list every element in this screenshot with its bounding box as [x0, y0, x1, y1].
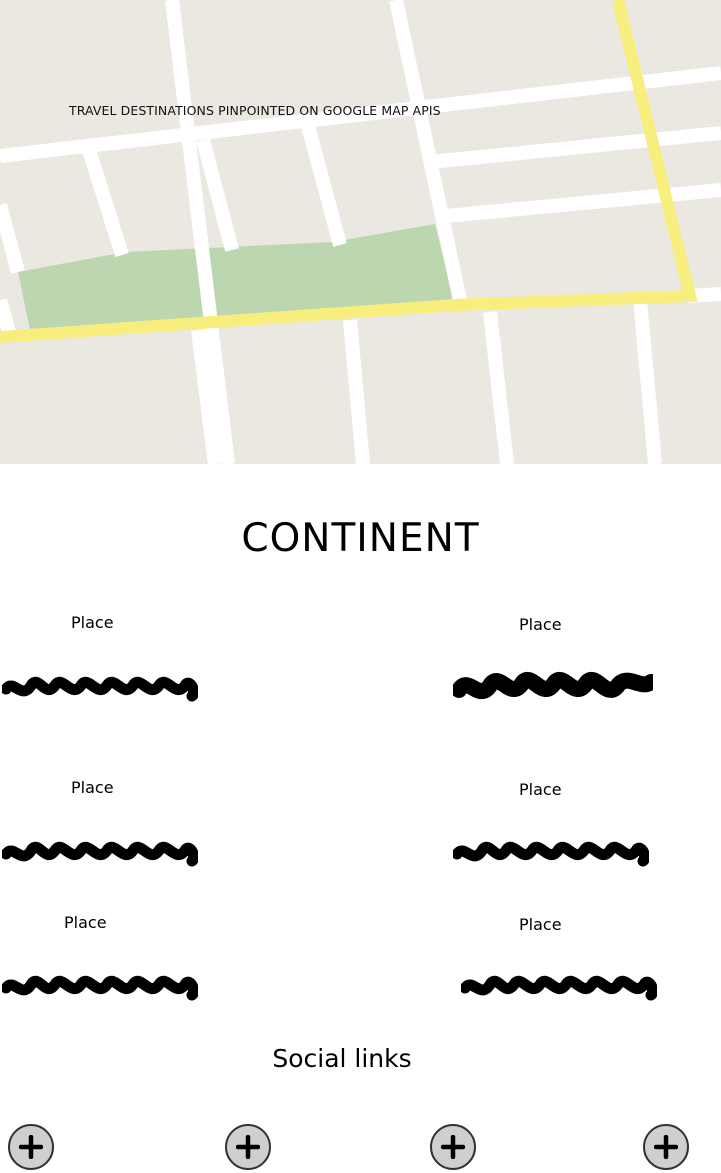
place-label-3: Place [71, 778, 114, 797]
place-label-4: Place [519, 780, 562, 799]
social-link-button-3[interactable] [430, 1124, 476, 1170]
place-label-5: Place [64, 913, 107, 932]
plus-icon [654, 1135, 678, 1159]
map-caption: TRAVEL DESTINATIONS PINPOINTED ON GOOGLE… [69, 103, 441, 118]
map-tiles [0, 0, 721, 464]
scribble-text-placeholder-1 [2, 676, 198, 702]
plus-icon [441, 1135, 465, 1159]
streets [0, 0, 721, 464]
place-label-2: Place [519, 615, 562, 634]
place-label-6: Place [519, 915, 562, 934]
scribble-text-placeholder-4 [453, 841, 649, 867]
social-links-title: Social links [272, 1044, 412, 1073]
map-view[interactable]: TRAVEL DESTINATIONS PINPOINTED ON GOOGLE… [0, 0, 721, 464]
plus-icon [236, 1135, 260, 1159]
social-link-button-2[interactable] [225, 1124, 271, 1170]
scribble-text-placeholder-6 [461, 975, 657, 1001]
scribble-text-placeholder-5 [2, 975, 198, 1001]
plus-icon [19, 1135, 43, 1159]
social-link-button-1[interactable] [8, 1124, 54, 1170]
continent-title: CONTINENT [241, 516, 480, 561]
place-label-1: Place [71, 613, 114, 632]
social-link-button-4[interactable] [643, 1124, 689, 1170]
scribble-text-placeholder-2 [453, 672, 653, 699]
scribble-text-placeholder-3 [2, 841, 198, 867]
